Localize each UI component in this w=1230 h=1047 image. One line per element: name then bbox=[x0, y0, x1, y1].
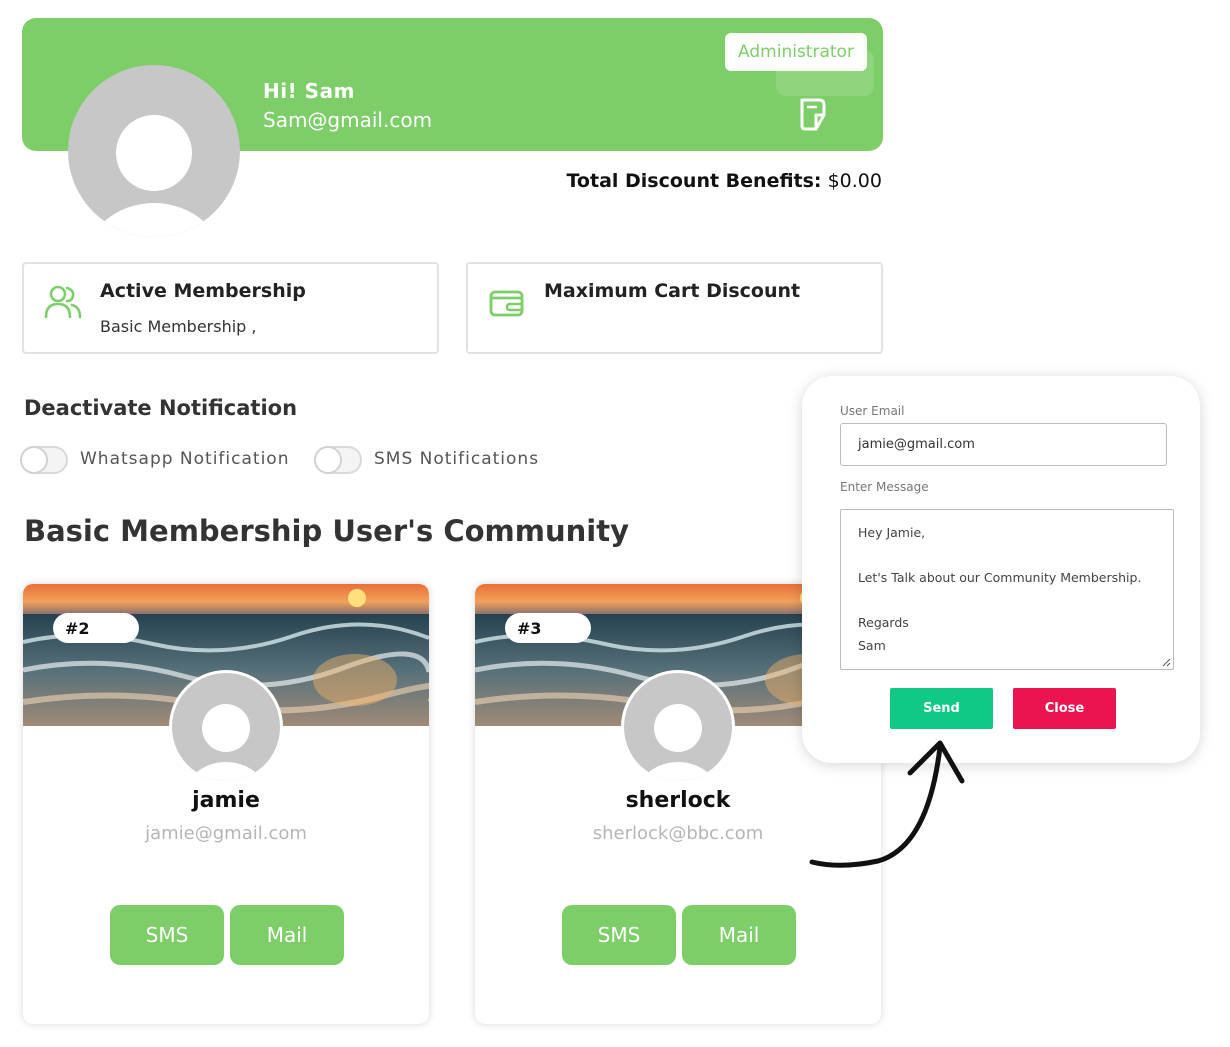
rank-badge: #2 bbox=[53, 613, 139, 643]
whatsapp-notification-toggle[interactable] bbox=[20, 446, 68, 474]
profile-email: Sam@gmail.com bbox=[263, 108, 433, 132]
message-label: Enter Message bbox=[840, 480, 929, 494]
member-email: jamie@gmail.com bbox=[145, 823, 307, 844]
active-membership-card: Active Membership Basic Membership , bbox=[22, 262, 439, 354]
resize-handle-icon[interactable] bbox=[1162, 658, 1171, 667]
message-line bbox=[858, 545, 1156, 568]
sms-button[interactable]: SMS bbox=[562, 905, 676, 965]
active-membership-title: Active Membership bbox=[100, 280, 306, 302]
member-name: jamie bbox=[192, 788, 260, 813]
message-line bbox=[858, 590, 1156, 613]
active-membership-value: Basic Membership , bbox=[100, 317, 257, 336]
sms-notification-label: SMS Notifications bbox=[374, 449, 540, 469]
deactivate-notification-heading: Deactivate Notification bbox=[24, 396, 298, 420]
whatsapp-notification-label: Whatsapp Notification bbox=[80, 449, 290, 469]
total-discount-value: $0.00 bbox=[827, 170, 882, 192]
message-line: Hey Jamie, bbox=[858, 525, 926, 540]
mail-button[interactable]: Mail bbox=[230, 905, 344, 965]
membership-dashboard: Administrator Hi! Sam Sam@gmail.com Tota… bbox=[0, 0, 1230, 1047]
user-email-label: User Email bbox=[840, 404, 905, 418]
close-button[interactable]: Close bbox=[1013, 688, 1116, 729]
max-cart-discount-title: Maximum Cart Discount bbox=[544, 280, 801, 302]
edit-document-icon[interactable] bbox=[797, 97, 829, 133]
send-button[interactable]: Send bbox=[890, 688, 993, 729]
role-badge: Administrator bbox=[725, 33, 867, 71]
total-discount-label: Total Discount Benefits: bbox=[566, 170, 822, 192]
users-icon bbox=[44, 285, 82, 319]
message-line: Sam bbox=[858, 637, 886, 653]
avatar-placeholder-icon bbox=[621, 670, 735, 784]
rank-badge: #3 bbox=[505, 613, 591, 643]
avatar-placeholder-icon bbox=[169, 670, 283, 784]
message-textarea[interactable]: Hey Jamie, Let's Talk about our Communit… bbox=[840, 509, 1174, 670]
sms-button[interactable]: SMS bbox=[110, 905, 224, 965]
user-email-input[interactable]: jamie@gmail.com bbox=[840, 423, 1167, 466]
mail-button[interactable]: Mail bbox=[682, 905, 796, 965]
wallet-icon bbox=[489, 290, 524, 317]
curved-arrow-icon bbox=[809, 740, 965, 868]
message-line: Let's Talk about our Community Membershi… bbox=[858, 570, 1142, 585]
sms-notification-toggle[interactable] bbox=[314, 446, 362, 474]
message-line: Regards bbox=[858, 615, 909, 630]
greeting-text: Hi! Sam bbox=[263, 79, 355, 103]
community-heading: Basic Membership User's Community bbox=[24, 514, 629, 548]
send-message-modal: User Email jamie@gmail.com Enter Message… bbox=[802, 376, 1200, 763]
member-card: #2 jamie jamie@gmail.com SMS Mail bbox=[23, 584, 429, 1024]
max-cart-discount-card: Maximum Cart Discount bbox=[466, 262, 883, 354]
total-discount: Total Discount Benefits: $0.00 bbox=[567, 170, 883, 192]
avatar-placeholder-icon bbox=[68, 65, 240, 237]
